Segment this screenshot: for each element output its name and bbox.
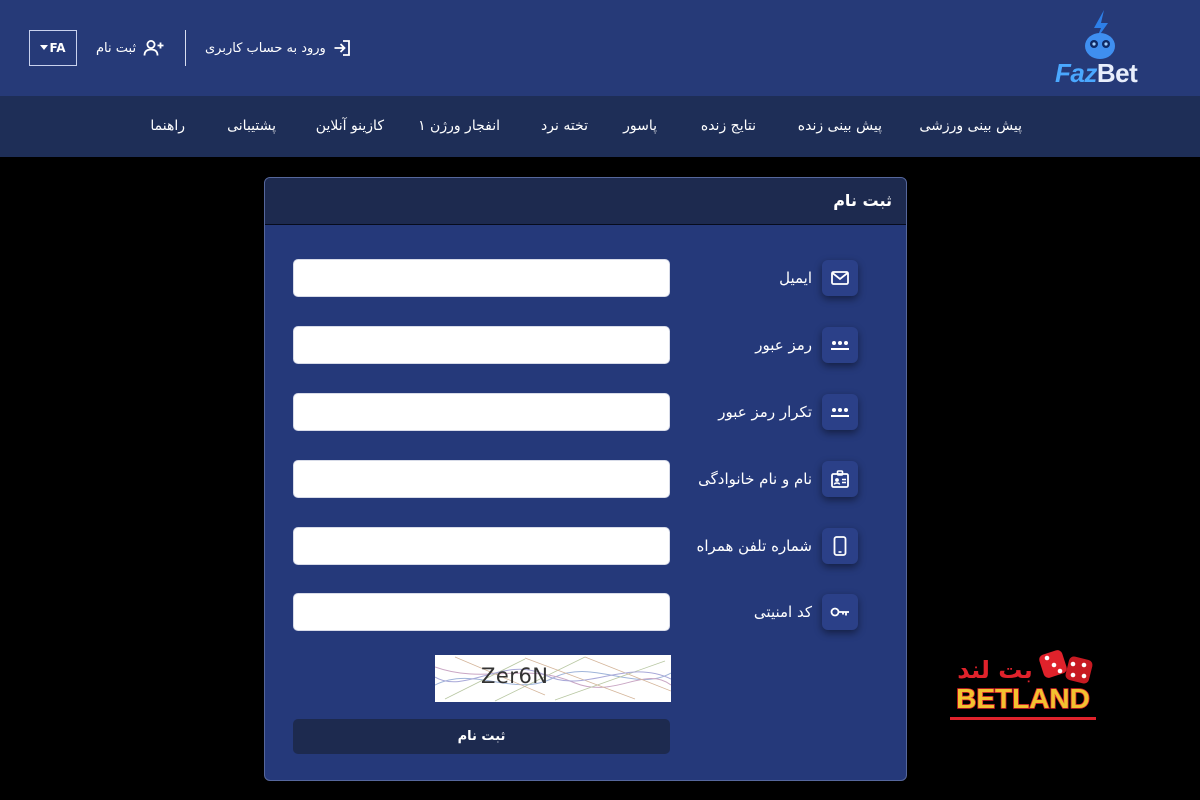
- password-dots-icon: [822, 394, 858, 430]
- captcha-text: Zer6N: [481, 664, 549, 688]
- robot-mascot-icon: [1085, 10, 1115, 59]
- header-divider: [185, 30, 186, 66]
- full-name-label: نام و نام خانوادگی: [698, 470, 812, 488]
- logo-wordmark: FazBet: [1055, 58, 1138, 88]
- card-header: ثبت نام: [265, 178, 906, 225]
- nav-live-results[interactable]: نتایج زنده: [701, 96, 756, 157]
- mobile-row: شماره تلفن همراه: [265, 526, 906, 566]
- security-code-row: کد امنیتی: [265, 592, 906, 632]
- user-plus-icon: [143, 40, 164, 56]
- full-name-field[interactable]: [293, 460, 670, 498]
- password-row: رمز عبور: [265, 325, 906, 365]
- register-submit-button[interactable]: ثبت نام: [293, 719, 670, 754]
- nav-support[interactable]: پشتیبانی: [227, 96, 276, 157]
- nav-crash-game[interactable]: انفجار ورژن ۱: [418, 96, 500, 157]
- id-card-icon: [822, 461, 858, 497]
- registration-card: ثبت نام ایمیل رمز عبور تکرار رمز عبور نا…: [264, 177, 907, 781]
- envelope-icon: [822, 260, 858, 296]
- email-label: ایمیل: [779, 269, 812, 287]
- captcha-noise: [435, 656, 671, 702]
- card-title: ثبت نام: [833, 191, 892, 210]
- mobile-number-field[interactable]: [293, 527, 670, 565]
- login-label: ورود به حساب کاربری: [205, 40, 326, 56]
- language-selector[interactable]: FA: [29, 30, 77, 66]
- watermark-english-text: BETLAND: [956, 683, 1090, 714]
- captcha-image: Zer6N: [435, 655, 671, 702]
- mobile-number-label: شماره تلفن همراه: [696, 537, 812, 555]
- password-dots-icon: [822, 327, 858, 363]
- password-label: رمز عبور: [755, 336, 812, 354]
- nav-pasur[interactable]: پاسور: [623, 96, 657, 157]
- key-icon: [822, 594, 858, 630]
- sign-in-icon: [334, 40, 350, 56]
- confirm-password-field[interactable]: [293, 393, 670, 431]
- confirm-password-row: تکرار رمز عبور: [265, 392, 906, 432]
- nav-live-betting[interactable]: پیش بینی زنده: [798, 96, 882, 157]
- nav-sports-betting[interactable]: پیش بینی ورزشی: [919, 96, 1022, 157]
- nav-online-casino[interactable]: کازینو آنلاین: [316, 96, 384, 157]
- security-code-field[interactable]: [293, 593, 670, 631]
- password-field[interactable]: [293, 326, 670, 364]
- watermark-persian-text: بت لند: [957, 656, 1032, 684]
- mobile-phone-icon: [822, 528, 858, 564]
- register-link[interactable]: ثبت نام: [96, 30, 164, 66]
- login-link[interactable]: ورود به حساب کاربری: [205, 30, 351, 66]
- language-label: FA: [49, 41, 66, 55]
- top-header: FazBet FA ثبت نام ورود به حساب کاربری: [0, 0, 1200, 96]
- dice-icon: [1039, 650, 1093, 684]
- email-row: ایمیل: [265, 258, 906, 298]
- watermark-underline: [950, 717, 1096, 720]
- email-field[interactable]: [293, 259, 670, 297]
- betland-watermark: بت لند BETLAND: [950, 650, 1096, 720]
- caret-down-icon: [40, 45, 49, 50]
- confirm-password-label: تکرار رمز عبور: [718, 403, 812, 421]
- security-code-label: کد امنیتی: [753, 603, 812, 621]
- fazbet-logo[interactable]: FazBet: [1050, 6, 1146, 88]
- nav-guide[interactable]: راهنما: [150, 96, 185, 157]
- register-label: ثبت نام: [96, 40, 137, 56]
- main-navigation: پیش بینی ورزشی پیش بینی زنده نتایج زنده …: [0, 96, 1200, 157]
- full-name-row: نام و نام خانوادگی: [265, 459, 906, 499]
- nav-backgammon[interactable]: تخته نرد: [541, 96, 588, 157]
